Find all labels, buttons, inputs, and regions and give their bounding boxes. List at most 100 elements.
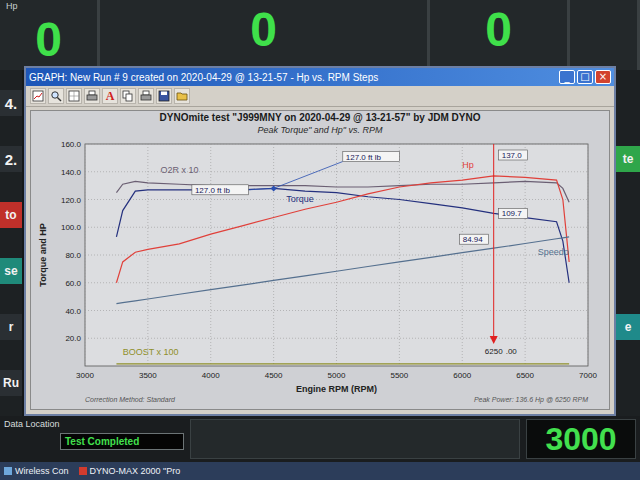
- side-button[interactable]: 2.: [0, 146, 22, 172]
- series-label: Speedo: [538, 247, 569, 257]
- readout-label: Hp: [0, 2, 18, 12]
- app-icon: [4, 467, 12, 475]
- readout-box: [499, 208, 528, 218]
- left-controls: 4. 2. to se r Ru: [0, 70, 22, 416]
- right-controls: te e: [616, 70, 640, 416]
- side-button[interactable]: Ru: [0, 370, 22, 396]
- cursor-marker[interactable]: [490, 336, 498, 344]
- app-icon: [79, 467, 87, 475]
- series-label: BOOST x 100: [123, 347, 179, 357]
- series-line: [116, 363, 569, 364]
- font-button[interactable]: A: [102, 88, 118, 104]
- tool-button[interactable]: [138, 88, 154, 104]
- side-button[interactable]: to: [0, 202, 22, 228]
- side-button[interactable]: e: [616, 314, 640, 340]
- taskbar-item[interactable]: DYNO-MAX 2000 "Pro: [79, 466, 181, 476]
- series-label: Torque: [286, 194, 314, 204]
- print-icon: [140, 90, 152, 102]
- cursor-decimals: .00: [506, 347, 518, 356]
- tool-button[interactable]: [48, 88, 64, 104]
- leader-line: [274, 161, 343, 188]
- x-tick: 6000: [453, 371, 471, 380]
- cursor-readout: 109.7: [502, 209, 523, 218]
- readout-row: Hp000: [0, 0, 640, 70]
- copy-icon: [122, 90, 134, 102]
- grid-line: [85, 144, 86, 366]
- readout-panel: [570, 0, 640, 70]
- x-tick: 4500: [265, 371, 283, 380]
- side-button[interactable]: r: [0, 314, 22, 340]
- y-tick: 40.0: [65, 306, 81, 315]
- peak-label-box: [192, 185, 249, 195]
- grid-line: [273, 144, 274, 366]
- series-line: [116, 176, 569, 283]
- series-line: [116, 181, 569, 202]
- cursor-rpm: 6250: [485, 347, 503, 356]
- y-tick: 160.0: [61, 140, 82, 149]
- tool-button[interactable]: [156, 88, 172, 104]
- taskbar: Wireless Con DYNO-MAX 2000 "Pro: [0, 462, 640, 480]
- tool-button[interactable]: [120, 88, 136, 104]
- chart-subtitle: Peak Torque" and Hp" vs. RPM: [257, 125, 382, 136]
- peak-label-box: [343, 151, 400, 161]
- plot-area: [85, 144, 588, 366]
- readout-panel: 0: [430, 0, 570, 70]
- zoom-icon: [50, 90, 62, 102]
- grid-line: [85, 338, 588, 339]
- x-tick: 3000: [76, 371, 94, 380]
- print-icon: [86, 90, 98, 102]
- status-panel: [190, 419, 520, 459]
- x-tick: 3500: [139, 371, 157, 380]
- side-button[interactable]: 4.: [0, 90, 22, 116]
- grid-line: [588, 144, 589, 366]
- grid-line: [399, 144, 400, 366]
- rpm-readout: 3000: [526, 419, 636, 459]
- cursor-readout: 137.0: [502, 151, 523, 160]
- save-icon: [158, 90, 170, 102]
- peak-marker: [271, 185, 277, 191]
- chart-title: DYNOmite test "J999MNY on 2020-04-29 @ 1…: [160, 111, 481, 125]
- status-row: Data LocationTest Completed 3000: [0, 416, 640, 462]
- y-tick: 100.0: [61, 223, 82, 232]
- correction-note: Correction Method: Standard: [85, 396, 176, 403]
- x-tick: 5000: [328, 371, 346, 380]
- readout-panel: Hp0: [0, 0, 100, 70]
- y-tick: 20.0: [65, 334, 81, 343]
- leader-line: [248, 188, 273, 189]
- window-controls: _□×: [559, 70, 611, 84]
- grid-line: [336, 144, 337, 366]
- dyno-screen: Hp0004.2.toserRuteeData LocationTest Com…: [0, 0, 640, 480]
- y-tick: 60.0: [65, 279, 81, 288]
- dyno-chart: 160.0140.0120.0100.080.060.040.020.03000…: [33, 136, 607, 408]
- grid-line: [85, 227, 588, 228]
- side-button[interactable]: te: [616, 146, 640, 172]
- status-left: Data LocationTest Completed: [4, 419, 184, 459]
- side-button[interactable]: se: [0, 258, 22, 284]
- x-tick: 7000: [579, 371, 597, 380]
- series-line: [116, 237, 569, 304]
- series-label: Hp: [462, 159, 474, 169]
- x-axis-label: Engine RPM (RPM): [296, 384, 377, 394]
- tool-button[interactable]: [66, 88, 82, 104]
- series-label: O2R x 10: [160, 165, 198, 175]
- data-location-label: Data Location: [4, 419, 184, 430]
- tool-button[interactable]: [174, 88, 190, 104]
- readout-value: 0: [485, 2, 512, 54]
- window-control-button[interactable]: ×: [595, 70, 611, 84]
- tool-button[interactable]: [84, 88, 100, 104]
- peak-label: 127.0 ft lb: [195, 186, 231, 195]
- window-control-button[interactable]: □: [577, 70, 593, 84]
- y-axis-label: Torque and HP: [38, 223, 48, 286]
- readout-panel: 0: [100, 0, 430, 70]
- window-control-button[interactable]: _: [559, 70, 575, 84]
- window-title: GRAPH: New Run # 9 created on 2020-04-29…: [29, 72, 378, 83]
- tool-button[interactable]: [30, 88, 46, 104]
- graph-window: GRAPH: New Run # 9 created on 2020-04-29…: [24, 66, 616, 416]
- grid-line: [85, 199, 588, 200]
- title-bar[interactable]: GRAPH: New Run # 9 created on 2020-04-29…: [26, 68, 614, 86]
- font-label: A: [106, 89, 115, 104]
- peak-label: 127.0 ft lb: [346, 152, 382, 161]
- taskbar-item[interactable]: Wireless Con: [4, 466, 69, 476]
- cursor-line[interactable]: [493, 144, 494, 336]
- chart-panel: DYNOmite test "J999MNY on 2020-04-29 @ 1…: [30, 110, 610, 410]
